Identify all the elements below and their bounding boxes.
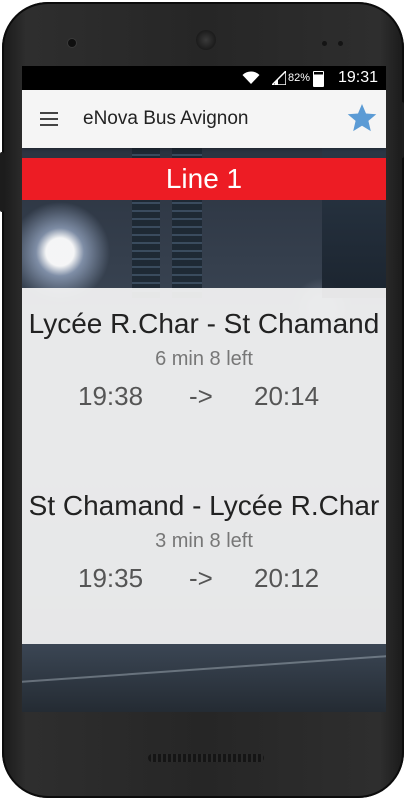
status-bar: 82% 19:31 <box>22 66 386 90</box>
status-time: 19:31 <box>337 69 378 86</box>
wifi-icon <box>242 71 260 84</box>
arrival-time: 20:12 <box>254 563 320 593</box>
line-banner: Line 1 <box>22 158 386 200</box>
route-item[interactable]: Lycée R.Char - St Chamand 6 min 8 left 1… <box>22 306 386 413</box>
time-left: 6 min 8 left <box>155 348 253 370</box>
routes-card: Lycée R.Char - St Chamand 6 min 8 left 1… <box>22 288 386 644</box>
arrow-label: -> <box>189 381 213 411</box>
earpiece-speaker <box>196 30 216 50</box>
route-name: Lycée R.Char - St Chamand <box>28 308 380 339</box>
route-times: 19:35 -> 20:12 <box>22 563 386 595</box>
route-item[interactable]: St Chamand - Lycée R.Char 3 min 8 left 1… <box>22 488 386 595</box>
app-title: eNova Bus Avignon <box>83 108 249 129</box>
app-bar: eNova Bus Avignon <box>22 90 386 148</box>
signal-icon <box>272 71 286 85</box>
star-icon[interactable] <box>346 102 378 134</box>
departure-time: 19:35 <box>78 563 144 593</box>
battery-icon <box>313 71 324 87</box>
power-button <box>400 102 404 158</box>
bottom-speaker <box>148 754 264 762</box>
battery-percent: 82% <box>287 72 310 84</box>
route-times: 19:38 -> 20:14 <box>22 381 386 413</box>
hamburger-menu-icon[interactable] <box>40 112 58 126</box>
time-left: 3 min 8 left <box>155 530 253 552</box>
departure-time: 19:38 <box>78 381 144 411</box>
street-background <box>22 644 386 712</box>
proximity-sensor <box>322 41 327 46</box>
route-name: St Chamand - Lycée R.Char <box>28 490 380 521</box>
front-camera <box>68 39 76 47</box>
light-sensor <box>338 41 343 46</box>
screen: 82% 19:31 eNova Bus Avignon Line 1 Lycée… <box>22 66 386 712</box>
volume-button <box>0 152 4 212</box>
arrow-label: -> <box>189 563 213 593</box>
arrival-time: 20:14 <box>254 381 320 411</box>
